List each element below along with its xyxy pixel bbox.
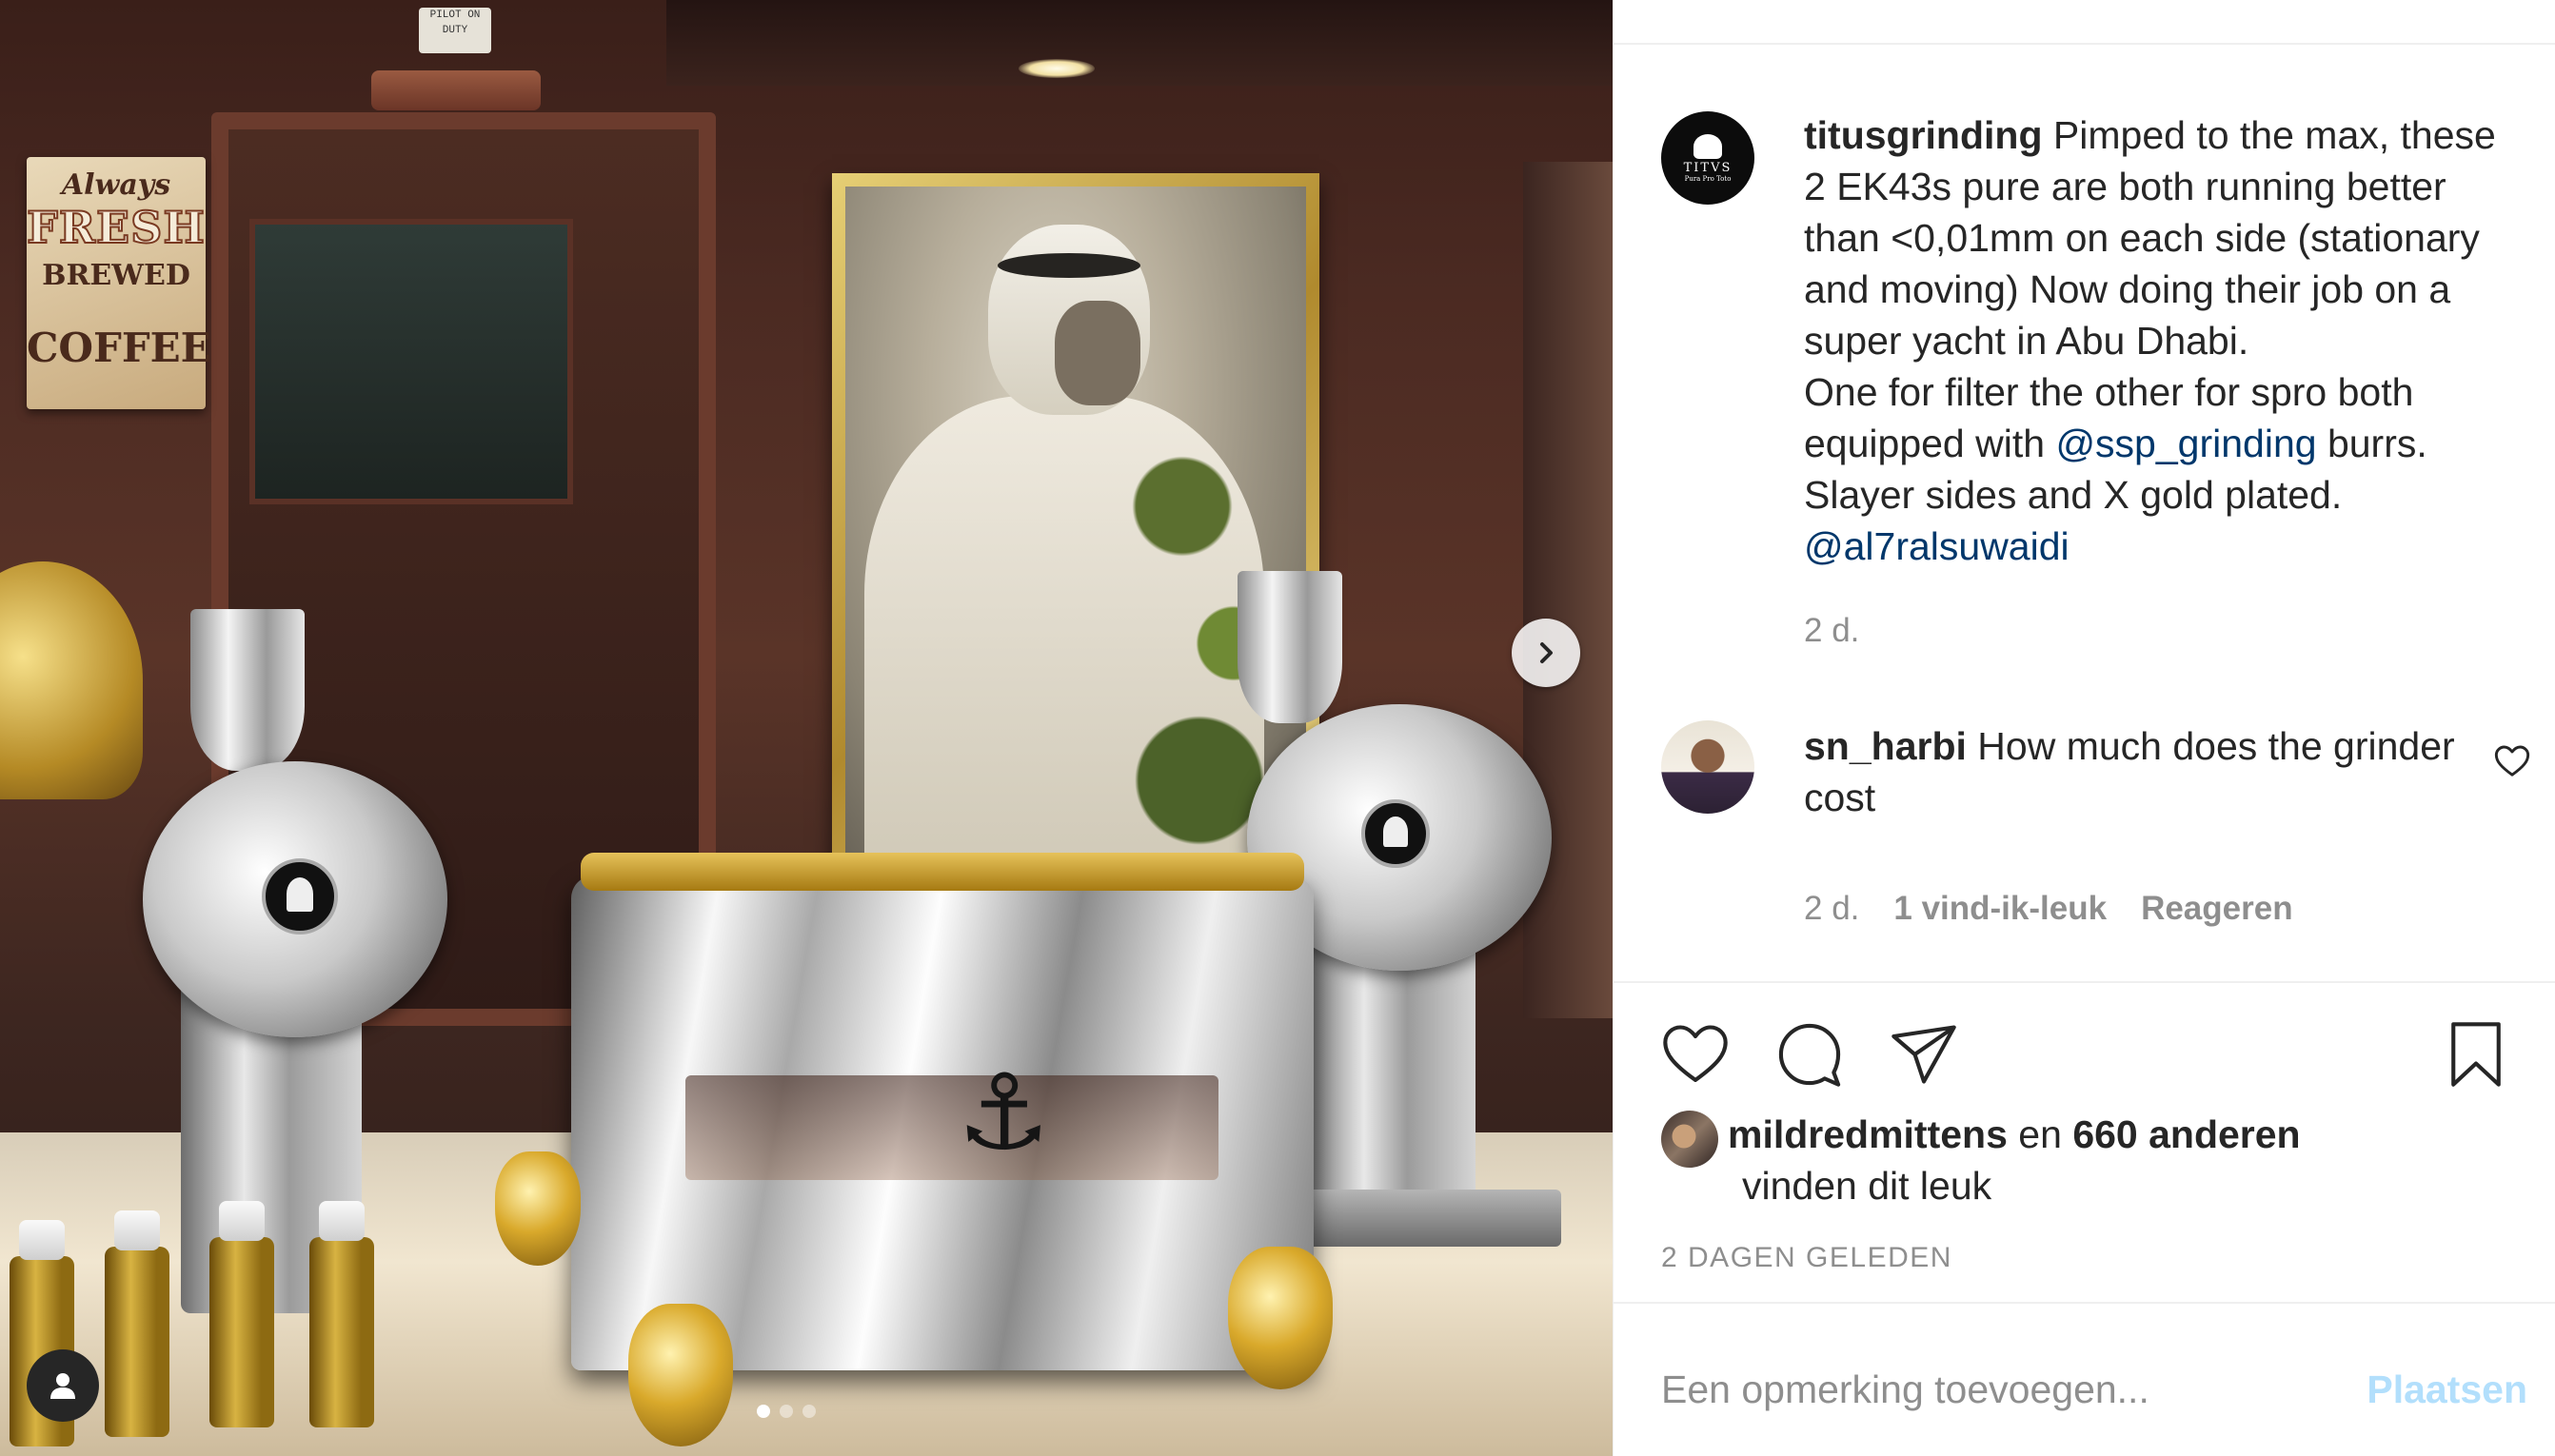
save-button[interactable] <box>2440 1018 2512 1091</box>
avatar-logo-text: TITVS <box>1683 160 1733 175</box>
post-actions <box>1614 1018 2555 1094</box>
comment-reply-button[interactable]: Reageren <box>2141 890 2293 928</box>
comment-button[interactable] <box>1773 1018 1846 1091</box>
tagged-users-button[interactable] <box>27 1349 99 1422</box>
user-tag-icon <box>50 1373 75 1399</box>
grinder-base <box>1276 1190 1561 1247</box>
nameplate <box>371 70 541 110</box>
carousel-dot[interactable] <box>780 1405 793 1418</box>
left-grinder <box>133 609 476 1332</box>
liker-username[interactable]: mildredmittens <box>1728 1112 2008 1156</box>
grinder-hopper <box>1238 571 1342 723</box>
carousel-dot[interactable] <box>802 1405 816 1418</box>
like-button[interactable] <box>1659 1018 1732 1091</box>
comment-timestamp[interactable]: 2 d. <box>1804 890 1859 928</box>
post-caption: titusgrinding Pimped to the max, these 2… <box>1804 109 2527 572</box>
heart-icon <box>1663 1025 1728 1082</box>
author-avatar[interactable]: TITVS Pura Pro Toto <box>1661 111 1754 205</box>
liker-avatar[interactable] <box>1661 1111 1718 1168</box>
portrait-face <box>1055 301 1140 405</box>
commenter-avatar[interactable] <box>1661 720 1754 814</box>
brass-lamp <box>0 561 143 799</box>
sign-line: FRESH <box>26 201 206 254</box>
comment-like-count[interactable]: 1 vind-ik-leuk <box>1893 890 2107 928</box>
grinder-hopper <box>190 609 305 771</box>
divider <box>1614 1302 2555 1304</box>
ceiling-light <box>1019 59 1095 78</box>
machine-reflection <box>685 1075 1218 1180</box>
post-comment-button[interactable]: Plaatsen <box>2356 1361 2527 1418</box>
sign-line: BREWED <box>42 259 190 292</box>
helmet-icon <box>1693 133 1722 159</box>
caption-username[interactable]: titusgrinding <box>1804 113 2043 157</box>
paper-plane-icon <box>1891 1025 1956 1084</box>
likes-connector: en <box>2018 1112 2062 1156</box>
perfume-bottle <box>209 1201 274 1427</box>
titus-badge <box>262 858 338 935</box>
espresso-machine: ⚓ <box>571 853 1314 1370</box>
post-date[interactable]: 2 DAGEN GELEDEN <box>1661 1242 1952 1274</box>
sign-line: COFFEE <box>27 325 211 371</box>
likes-summary: mildredmittens en 660 anderen <box>1728 1109 2301 1160</box>
anchor-icon: ⚓ <box>957 1054 1051 1171</box>
pilot-placard: PILOT ON DUTY <box>419 8 491 53</box>
mention-link[interactable]: @ssp_grinding <box>2055 422 2316 465</box>
perfume-bottle <box>105 1210 169 1437</box>
add-comment-input[interactable] <box>1661 1361 2327 1418</box>
likes-others-link[interactable]: 660 anderen <box>2072 1112 2300 1156</box>
ceiling <box>666 0 1613 86</box>
post-image[interactable]: PILOT ON DUTY Always FRESH BREWED COFFEE <box>0 0 1613 1456</box>
gold-foot <box>495 1151 581 1266</box>
comment-like-button[interactable] <box>2493 742 2531 780</box>
titus-badge <box>1361 799 1430 868</box>
door-window <box>249 219 573 504</box>
post-panel: TITVS Pura Pro Toto titusgrinding Pimped… <box>1613 0 2555 1456</box>
gold-foot <box>628 1304 733 1446</box>
share-button[interactable] <box>1888 1018 1960 1091</box>
carousel-indicator <box>757 1405 816 1418</box>
comment-username[interactable]: sn_harbi <box>1804 724 1967 768</box>
comment-bubble-icon <box>1778 1023 1841 1087</box>
gold-foot <box>1228 1247 1333 1389</box>
chevron-right-icon <box>1540 642 1553 663</box>
comment-meta: 2 d. 1 vind-ik-leuk Reageren <box>1804 890 2293 928</box>
caption-timestamp[interactable]: 2 d. <box>1804 612 1859 650</box>
portrait-agal <box>998 253 1140 278</box>
coffee-sign: Always FRESH BREWED COFFEE <box>26 157 211 409</box>
likes-suffix: vinden dit leuk <box>1742 1164 1992 1208</box>
perfume-bottle <box>309 1201 374 1427</box>
bookmark-icon <box>2451 1022 2501 1087</box>
carousel-dot-active[interactable] <box>757 1405 770 1418</box>
heart-icon <box>2494 745 2530 777</box>
machine-gold-rail <box>581 853 1304 891</box>
comments-scroll-area[interactable]: TITVS Pura Pro Toto titusgrinding Pimped… <box>1614 45 2555 981</box>
sign-line: Always <box>61 168 171 202</box>
comment: sn_harbi How much does the grinder cost <box>1804 720 2470 823</box>
divider <box>1614 981 2555 983</box>
avatar-logo-motto: Pura Pro Toto <box>1684 174 1732 183</box>
placard-text: PILOT ON DUTY <box>429 10 481 36</box>
mention-link[interactable]: @al7ralsuwaidi <box>1804 524 2070 568</box>
carousel-next-button[interactable] <box>1512 619 1580 687</box>
